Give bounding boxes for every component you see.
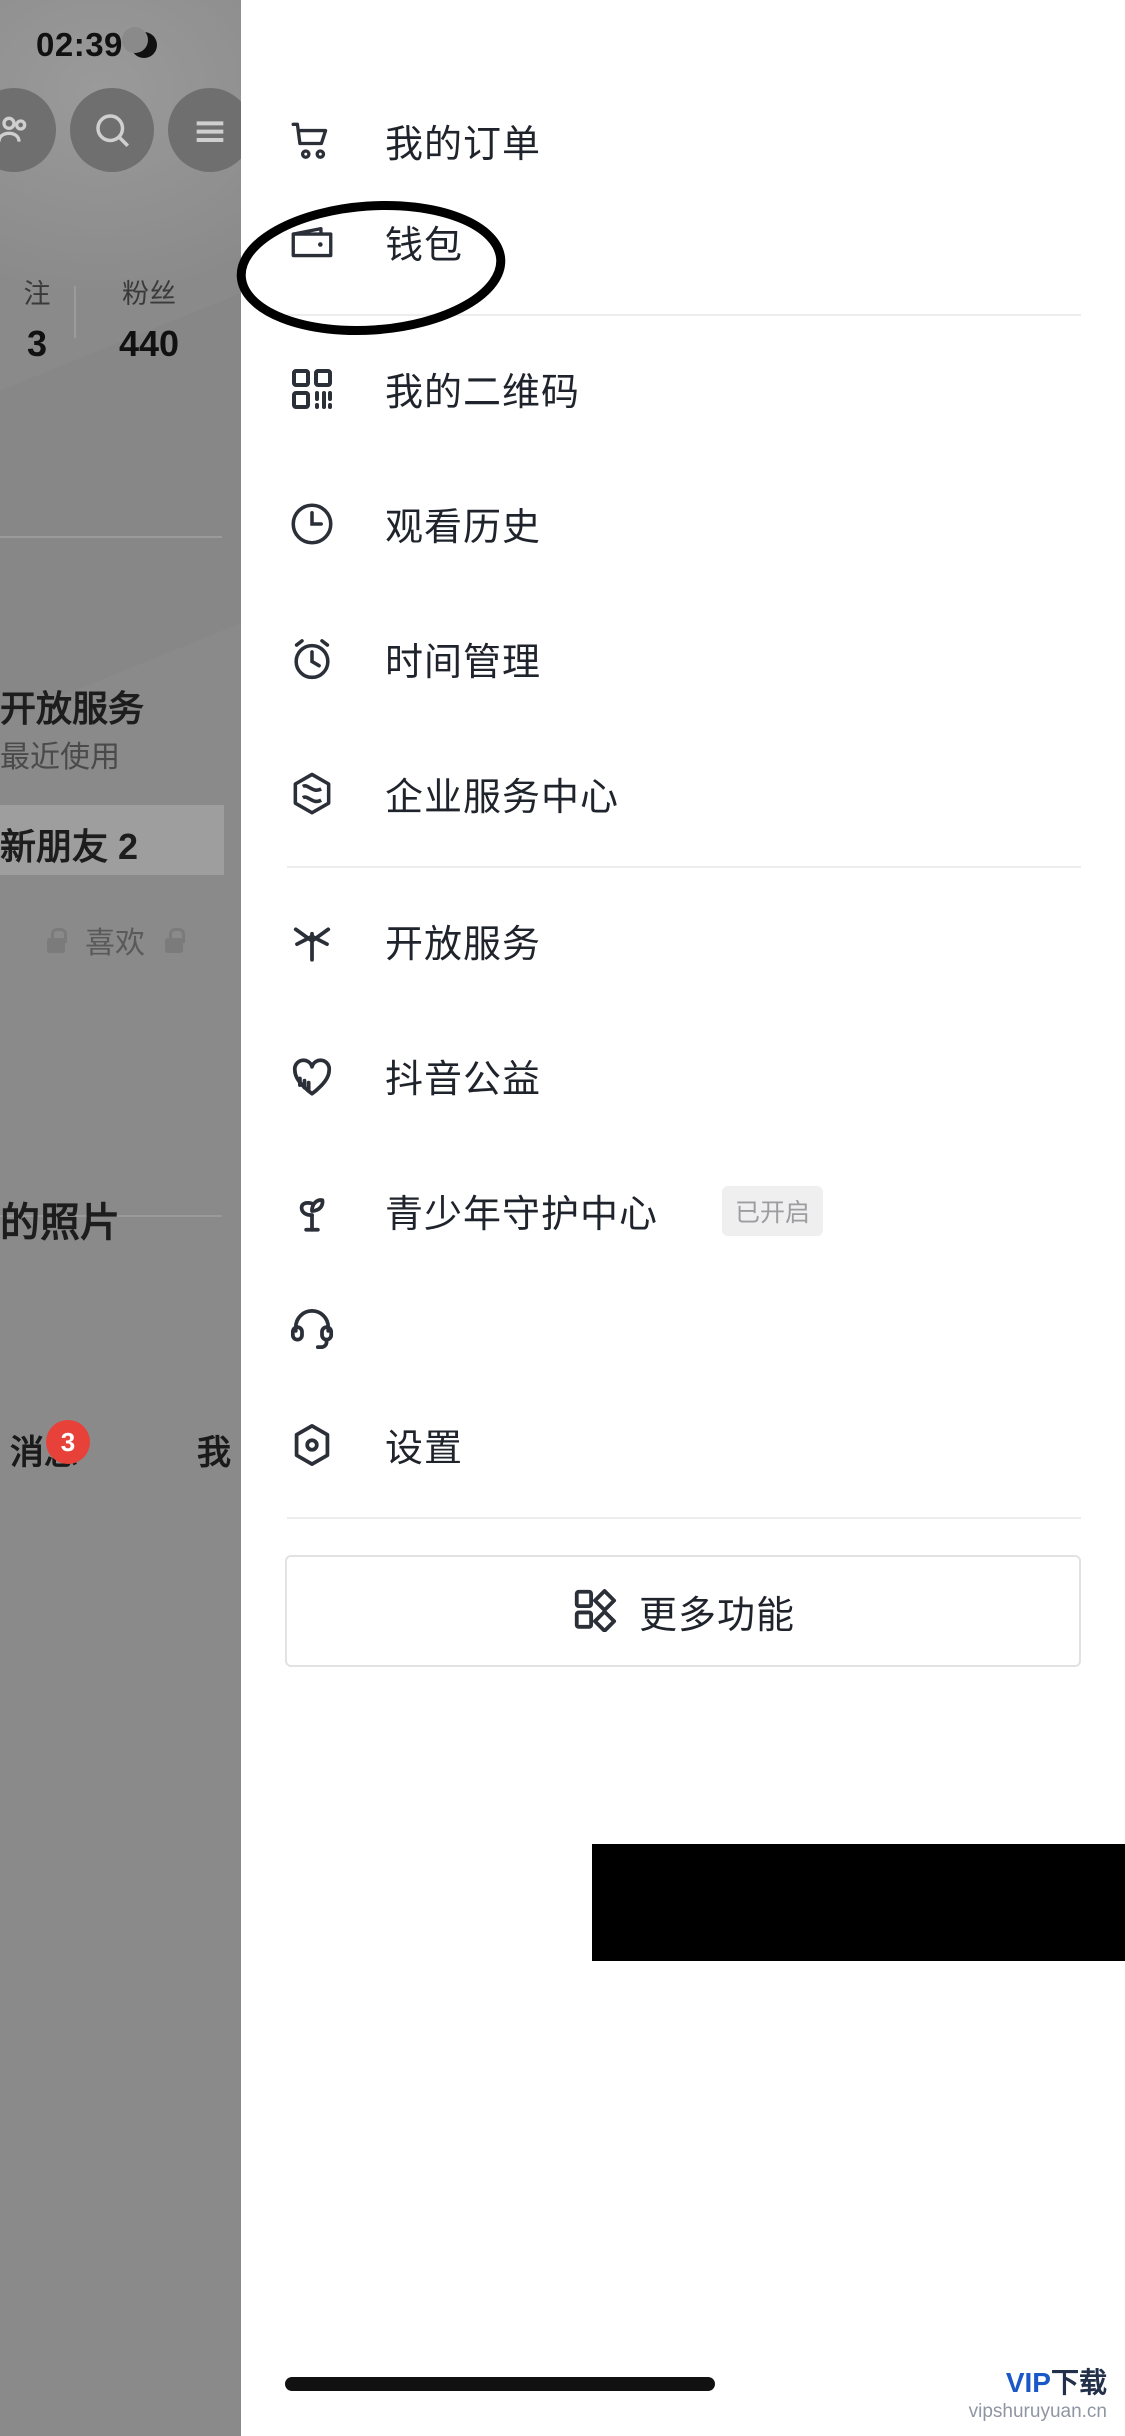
redacted-black-bar <box>592 1844 1125 1961</box>
tab-me: 我 <box>197 1434 231 1472</box>
status-bar: ⚡ <box>482 0 1125 90</box>
watermark: VIP下载 vipshuruyuan.cn <box>969 2365 1107 2424</box>
menu-item-label: 时间管理 <box>385 642 542 684</box>
menu-divider <box>287 314 1081 316</box>
lock-icon <box>163 927 185 953</box>
menu-item-watch-history[interactable]: 观看历史 <box>241 473 1125 574</box>
menu-item-label: 开放服务 <box>385 924 542 966</box>
side-menu-panel: ⚡ 我的订单 钱包 <box>241 0 1125 2436</box>
more-features-button[interactable]: 更多功能 <box>285 1555 1081 1667</box>
menu-item-time-management[interactable]: 时间管理 <box>241 608 1125 709</box>
menu-item-enterprise-service-center[interactable]: 企业服务中心 <box>241 743 1125 844</box>
stats-separator <box>74 286 76 338</box>
message-badge: 3 <box>46 1420 90 1464</box>
backdrop-divider <box>0 536 222 538</box>
heart-charity-icon <box>285 1049 339 1103</box>
shopping-cart-icon <box>285 114 339 168</box>
backdrop-like-row: 喜欢 <box>0 918 230 962</box>
stat-label: 注 <box>23 279 51 309</box>
menu-item-teen-guardian-center[interactable]: 青少年守护中心 已开启 <box>241 1160 1125 1261</box>
stat-value: 3 <box>26 323 48 364</box>
backdrop-bottom-tabs: 消息 我 <box>0 1425 241 1474</box>
menu-divider <box>287 866 1081 868</box>
gear-hex-icon <box>285 1418 339 1472</box>
more-features-label: 更多功能 <box>638 1594 795 1637</box>
search-icon <box>70 88 154 172</box>
status-time-text: 02:39 <box>36 26 123 63</box>
menu-item-redacted[interactable] <box>241 1277 1125 1378</box>
headset-icon <box>285 1301 339 1355</box>
menu-icon <box>168 88 241 172</box>
asterisk-star-icon <box>285 914 339 968</box>
menu-item-my-orders[interactable]: 我的订单 <box>241 90 1125 191</box>
home-indicator <box>285 2377 715 2391</box>
menu-list: 我的订单 钱包 我的二维码 观看历史 时间管理 企业服务中心 开放服务 抖音公益… <box>241 90 1125 1667</box>
backdrop-new-friend: 新朋友 2 <box>0 826 139 867</box>
backdrop-photos: 的照片 <box>0 1201 120 1245</box>
menu-item-my-qr-code[interactable]: 我的二维码 <box>241 338 1125 439</box>
menu-item-settings[interactable]: 设置 <box>241 1394 1125 1495</box>
stat-value: 440 <box>118 323 180 364</box>
qr-code-icon <box>285 362 339 416</box>
grid-more-icon <box>571 1586 617 1637</box>
backdrop-open-service: 开放服务 <box>0 688 145 729</box>
menu-item-label: 设置 <box>385 1428 464 1470</box>
menu-item-label: 抖音公益 <box>385 1059 542 1101</box>
menu-divider <box>287 1517 1081 1519</box>
watermark-brand: VIP下载 <box>1005 2367 1107 2399</box>
backdrop-recent-use: 最近使用 <box>0 741 120 774</box>
menu-item-label: 观看历史 <box>385 507 542 549</box>
crescent-moon-icon <box>121 27 157 58</box>
menu-item-wallet[interactable]: 钱包 <box>241 191 1125 292</box>
backdrop-header-buttons <box>0 88 241 172</box>
friends-icon <box>0 88 56 172</box>
menu-item-label: 我的订单 <box>385 124 542 166</box>
menu-item-open-service[interactable]: 开放服务 <box>241 890 1125 991</box>
dimmed-background-page: 02:39 注 3 粉丝 440 开放服务 最近使用 新朋友 2 喜欢 的照片 … <box>0 0 241 2436</box>
watermark-site: vipshuruyuan.cn <box>968 2401 1107 2423</box>
more-features-wrap: 更多功能 <box>241 1555 1125 1667</box>
status-badge: 已开启 <box>722 1185 824 1236</box>
stat-label: 粉丝 <box>122 279 176 309</box>
menu-item-label: 我的二维码 <box>385 372 581 414</box>
enterprise-cube-icon <box>285 767 339 821</box>
menu-item-label: 钱包 <box>385 225 464 267</box>
lock-icon <box>45 927 67 953</box>
backdrop-status-time: 02:39 <box>36 26 157 64</box>
backdrop-like-label: 喜欢 <box>85 927 145 960</box>
menu-item-label: 企业服务中心 <box>385 777 620 819</box>
menu-item-label: 青少年守护中心 <box>385 1194 659 1236</box>
clock-icon <box>285 497 339 551</box>
backdrop-stats: 注 3 粉丝 440 <box>0 272 241 365</box>
sprout-icon <box>285 1184 339 1238</box>
menu-item-douyin-charity[interactable]: 抖音公益 <box>241 1025 1125 1126</box>
alarm-clock-icon <box>285 632 339 686</box>
wallet-icon <box>285 215 339 269</box>
